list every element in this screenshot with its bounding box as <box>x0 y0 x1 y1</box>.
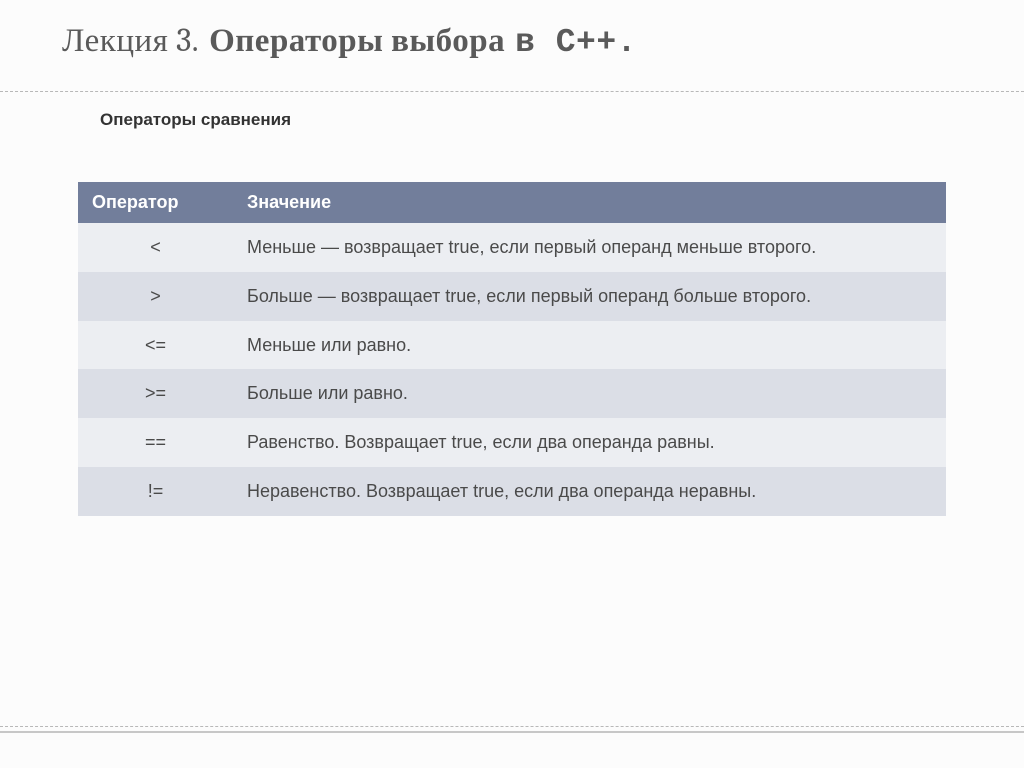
val-cell: Неравенство. Возвращает true, если два о… <box>233 467 946 516</box>
table-row: >= Больше или равно. <box>78 369 946 418</box>
val-cell: Равенство. Возвращает true, если два опе… <box>233 418 946 467</box>
operators-table-container: Оператор Значение < Меньше — возвращает … <box>78 182 946 516</box>
col-header-value: Значение <box>233 182 946 223</box>
col-header-operator: Оператор <box>78 182 233 223</box>
operators-table: Оператор Значение < Меньше — возвращает … <box>78 182 946 516</box>
val-cell: Больше — возвращает true, если первый оп… <box>233 272 946 321</box>
title-lecture: Лекция 3. <box>62 22 199 60</box>
table-header-row: Оператор Значение <box>78 182 946 223</box>
val-cell: Меньше или равно. <box>233 321 946 370</box>
val-cell: Меньше — возвращает true, если первый оп… <box>233 223 946 272</box>
title-bold: Операторы выбора <box>209 22 505 60</box>
op-cell: < <box>78 223 233 272</box>
table-row: > Больше — возвращает true, если первый … <box>78 272 946 321</box>
table-row: <= Меньше или равно. <box>78 321 946 370</box>
op-cell: >= <box>78 369 233 418</box>
subtitle: Операторы сравнения <box>0 92 1024 130</box>
table-row: != Неравенство. Возвращает true, если дв… <box>78 467 946 516</box>
op-cell: > <box>78 272 233 321</box>
op-cell: != <box>78 467 233 516</box>
op-cell: <= <box>78 321 233 370</box>
op-cell: == <box>78 418 233 467</box>
table-row: < Меньше — возвращает true, если первый … <box>78 223 946 272</box>
title-mono: в С++. <box>515 24 637 61</box>
val-cell: Больше или равно. <box>233 369 946 418</box>
page-title: Лекция 3. Операторы выбора в С++. <box>0 0 1024 61</box>
footer-divider <box>0 726 1024 736</box>
table-row: == Равенство. Возвращает true, если два … <box>78 418 946 467</box>
